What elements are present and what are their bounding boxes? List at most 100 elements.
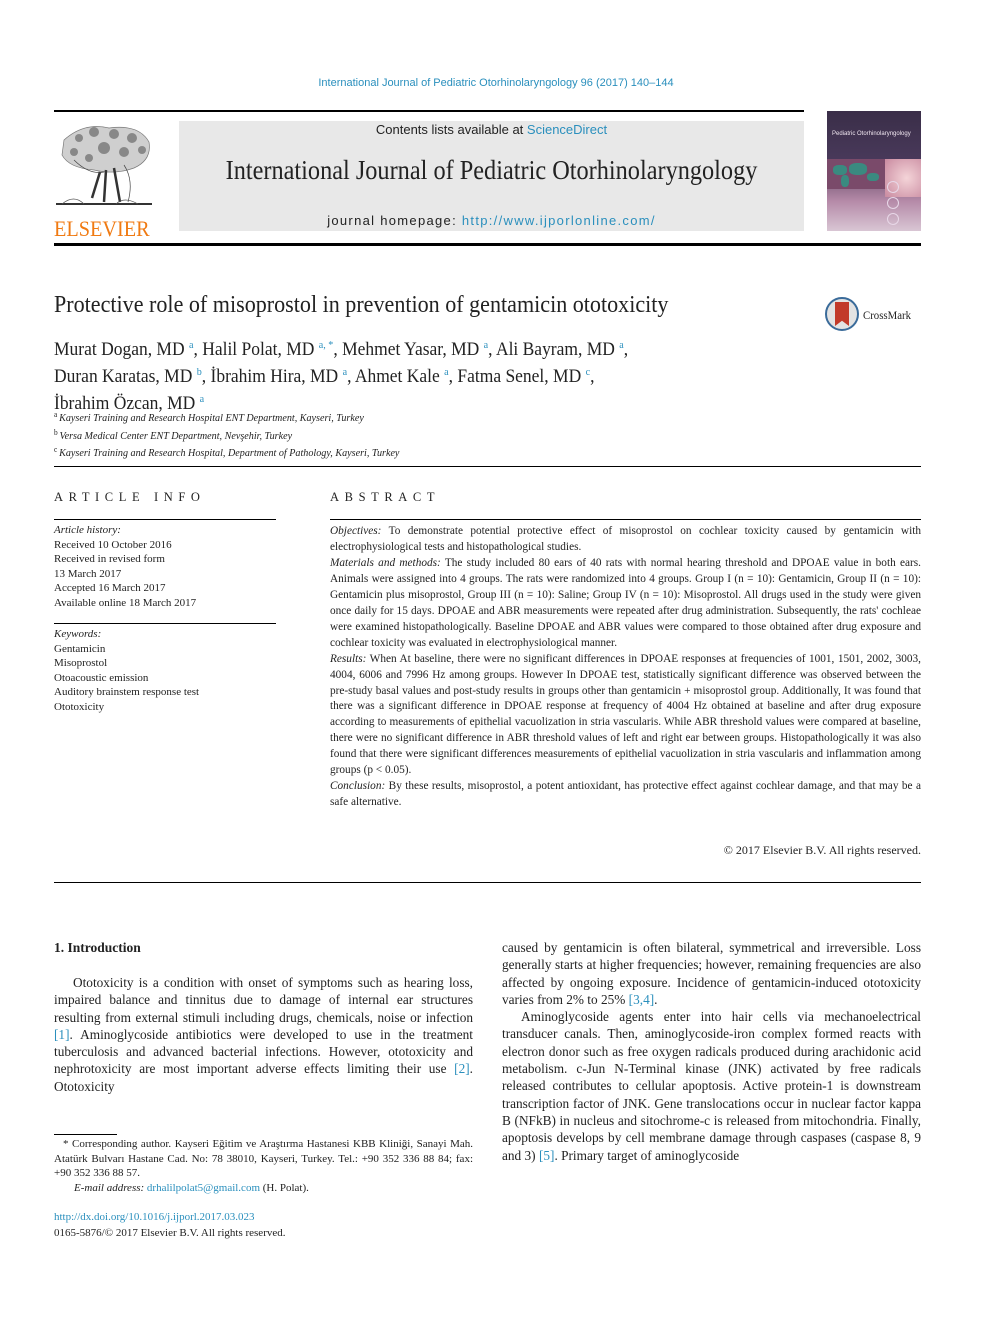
elsevier-logo[interactable]: ELSEVIER: [54, 120, 157, 240]
author[interactable]: İbrahim Hira, MD: [211, 366, 339, 387]
keywords-rule: [54, 623, 276, 624]
author[interactable]: Ahmet Kale: [355, 366, 440, 387]
front-matter-rule: [54, 466, 921, 467]
journal-banner: Contents lists available at ScienceDirec…: [179, 121, 804, 231]
affiliation-marker[interactable]: a: [343, 366, 347, 378]
abstract-rule: [330, 519, 921, 520]
abstract-text: The study included 80 ears of 40 rats wi…: [330, 556, 921, 649]
journal-homepage: journal homepage: http://www.ijporlonlin…: [179, 213, 804, 228]
author[interactable]: Murat Dogan, MD: [54, 339, 185, 360]
keyword: Gentamicin: [54, 642, 106, 655]
keyword: Auditory brainstem response test: [54, 686, 200, 698]
body-rule: [54, 882, 921, 883]
journal-cover-thumbnail[interactable]: Pediatric Otorhinolaryngology: [827, 111, 921, 231]
affiliation-marker[interactable]: a: [200, 393, 204, 405]
affiliation: a Kayseri Training and Research Hospital …: [54, 408, 606, 426]
email-link[interactable]: drhalilpolat5@gmail.com: [147, 1182, 260, 1194]
abstract-methods: Materials and methods: The study include…: [330, 556, 921, 652]
author[interactable]: Fatma Senel, MD: [457, 366, 581, 387]
homepage-link[interactable]: http://www.ijporlonline.com/: [462, 213, 656, 228]
affiliation-marker[interactable]: a: [444, 366, 448, 378]
abstract-copyright: © 2017 Elsevier B.V. All rights reserved…: [723, 843, 921, 857]
abstract-label: Results:: [330, 652, 367, 665]
article-info-rule: [54, 519, 276, 520]
contents-line: Contents lists available at ScienceDirec…: [179, 122, 804, 137]
affiliations: a Kayseri Training and Research Hospital …: [54, 408, 606, 461]
paragraph-text: Aminoglycoside agents enter into hair ce…: [502, 1009, 921, 1163]
citation-link[interactable]: [3,4]: [629, 992, 654, 1007]
abstract-label: Conclusion:: [330, 780, 386, 793]
abstract-label: Objectives:: [330, 525, 382, 537]
cover-world-map: [827, 159, 887, 189]
author[interactable]: Halil Polat, MD: [202, 339, 314, 360]
author[interactable]: Ali Bayram, MD: [496, 339, 615, 360]
abstract-text: When At baseline, there were no signific…: [330, 652, 921, 777]
journal-reference-link[interactable]: International Journal of Pediatric Otorh…: [0, 77, 992, 89]
abstract-conclusion: Conclusion: By these results, misoprosto…: [330, 779, 921, 811]
sciencedirect-link[interactable]: ScienceDirect: [527, 122, 607, 137]
history-item: Received in revised form: [54, 553, 165, 565]
footnote-rule: [54, 1134, 117, 1135]
abstract-body: Objectives: To demonstrate potential pro…: [330, 524, 921, 811]
affiliation-marker[interactable]: c: [586, 366, 590, 378]
affiliation-key: b: [54, 427, 58, 437]
abstract-heading: ABSTRACT: [330, 490, 441, 504]
keywords-label: Keywords:: [54, 628, 102, 640]
header-rule: [54, 110, 804, 112]
affiliation-marker[interactable]: a: [484, 339, 488, 351]
article-history-label: Article history:: [54, 524, 121, 536]
affiliation-text: Kayseri Training and Research Hospital E…: [59, 412, 364, 424]
abstract-results: Results: When At baseline, there were no…: [330, 652, 921, 780]
email-suffix: (H. Polat).: [260, 1181, 309, 1194]
affiliation-text: Versa Medical Center ENT Department, Nev…: [59, 429, 293, 442]
history-item: Accepted 16 March 2017: [54, 582, 166, 594]
doi-link[interactable]: http://dx.doi.org/10.1016/j.ijporl.2017.…: [54, 1210, 286, 1226]
journal-title: International Journal of Pediatric Otorh…: [225, 155, 758, 185]
elsevier-wordmark: ELSEVIER: [54, 216, 150, 241]
paragraph-text: .: [654, 991, 658, 1007]
keyword: Otoacoustic emission: [54, 671, 149, 684]
contents-prefix: Contents lists available at: [375, 122, 527, 137]
history-item: Received 10 October 2016: [54, 538, 172, 551]
history-item: Available online 18 March 2017: [54, 596, 197, 609]
article-info-heading: ARTICLE INFO: [54, 490, 206, 504]
citation-link[interactable]: [5]: [539, 1148, 555, 1163]
keywords: Keywords: Gentamicin Misoprostol Otoacou…: [54, 627, 284, 714]
affiliation-marker[interactable]: b: [197, 366, 202, 378]
citation-link[interactable]: [1]: [54, 1027, 70, 1042]
homepage-prefix: journal homepage:: [327, 213, 462, 228]
affiliation-marker[interactable]: a: [619, 339, 623, 351]
section-heading-introduction: 1. Introduction: [54, 940, 141, 955]
crossmark-button[interactable]: CrossMark: [823, 296, 923, 336]
author[interactable]: Duran Karatas, MD: [54, 366, 192, 387]
affiliation-marker[interactable]: a: [189, 339, 193, 351]
article-title: Protective role of misoprostol in preven…: [54, 292, 669, 318]
affiliation: b Versa Medical Center ENT Department, Ne…: [54, 426, 606, 444]
author-list: Murat Dogan, MD a, Halil Polat, MD a, *,…: [54, 339, 629, 414]
affiliation: c Kayseri Training and Research Hospital,…: [54, 443, 606, 461]
doi-block: http://dx.doi.org/10.1016/j.ijporl.2017.…: [54, 1210, 286, 1241]
history-item: 13 March 2017: [54, 567, 122, 580]
issn-line: 0165-5876/© 2017 Elsevier B.V. All right…: [54, 1226, 286, 1239]
abstract-label: Materials and methods:: [330, 556, 441, 569]
affiliation-key: c: [54, 445, 58, 455]
paragraph-text: Ototoxicity is a condition with onset of…: [54, 975, 473, 1025]
author[interactable]: Mehmet Yasar, MD: [342, 339, 479, 360]
body-column-right: caused by gentamicin is often bilateral,…: [502, 939, 921, 1164]
crossmark-label: CrossMark: [863, 308, 912, 322]
elsevier-tree-icon: [56, 126, 152, 205]
affiliation-key: a: [54, 410, 58, 419]
paragraph: caused by gentamicin is often bilateral,…: [502, 939, 921, 1008]
footnote: * Corresponding author. Kayseri Eğitim v…: [54, 1137, 473, 1195]
article-history: Article history: Received 10 October 201…: [54, 523, 284, 610]
body-column-left: Ototoxicity is a condition with onset of…: [54, 974, 473, 1095]
abstract-text: To demonstrate potential protective effe…: [330, 525, 921, 553]
citation-link[interactable]: [2]: [454, 1061, 470, 1076]
paragraph: Aminoglycoside agents enter into hair ce…: [502, 1008, 921, 1164]
affiliation-marker[interactable]: a, *: [319, 339, 334, 351]
paragraph: Ototoxicity is a condition with onset of…: [54, 974, 473, 1095]
paragraph-text: caused by gentamicin is often bilateral,…: [502, 940, 921, 1007]
abstract-objectives: Objectives: To demonstrate potential pro…: [330, 524, 921, 556]
keyword: Ototoxicity: [54, 700, 105, 713]
abstract-text: By these results, misoprostol, a potent …: [330, 780, 921, 809]
